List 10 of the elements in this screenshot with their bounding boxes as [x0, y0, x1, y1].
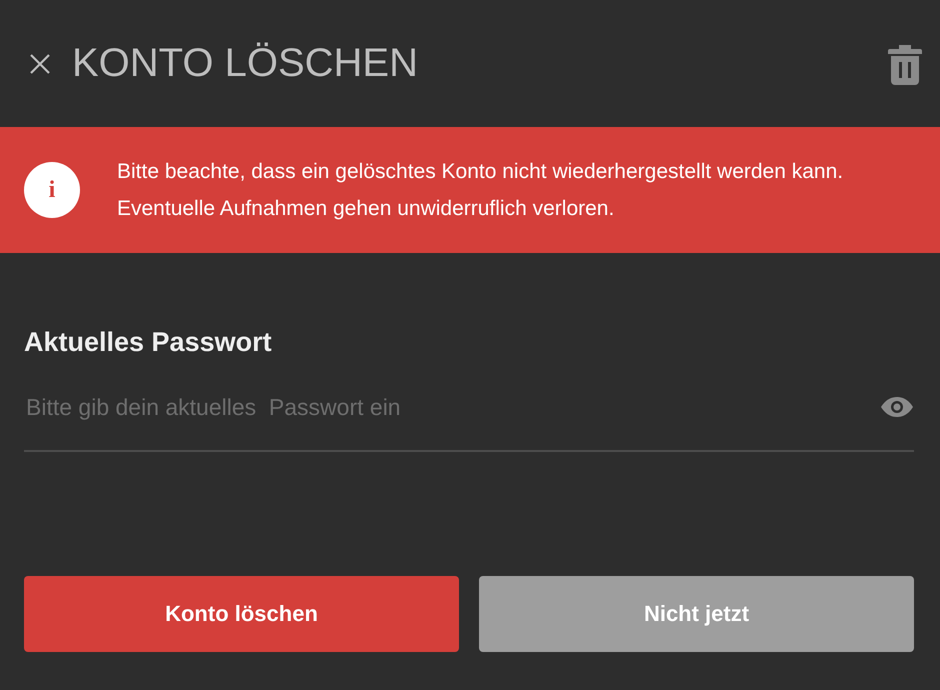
info-icon: i	[24, 162, 80, 218]
cancel-button[interactable]: Nicht jetzt	[479, 576, 914, 652]
trash-icon[interactable]	[888, 42, 922, 84]
eye-icon[interactable]	[880, 396, 914, 418]
page-title: KONTO LÖSCHEN	[72, 41, 419, 86]
warning-text: Bitte beachte, dass ein gelöschtes Konto nicht wiederhergestellt werden kann. Eventuelle Aufnahmen gehen unwiderruflich verloren.	[117, 159, 844, 222]
field-label: Aktuelles Passwort	[24, 327, 273, 358]
password-field[interactable]: Bitte gib dein aktuelles Passwort ein	[24, 392, 880, 422]
close-icon[interactable]	[28, 52, 52, 76]
delete-account-button[interactable]: Konto löschen	[24, 576, 459, 652]
